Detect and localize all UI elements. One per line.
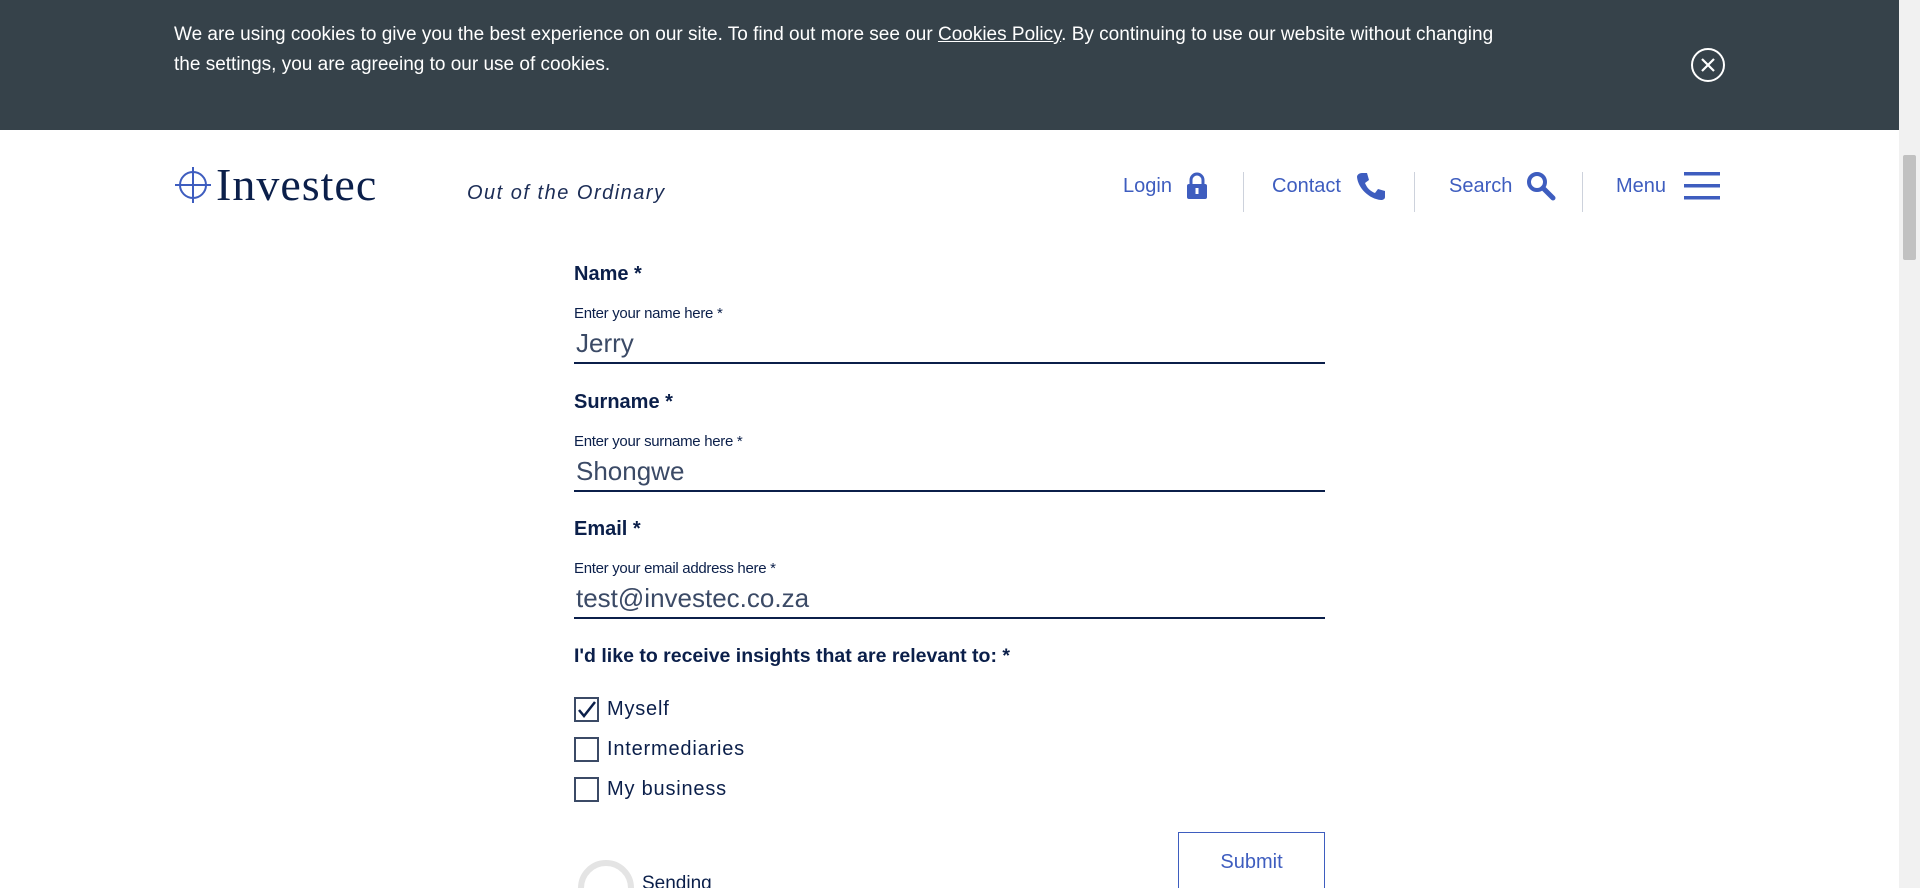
nav-divider — [1414, 172, 1415, 212]
checkbox-label: Myself — [607, 698, 670, 720]
cookie-close-button[interactable] — [1691, 48, 1725, 82]
checkbox-box[interactable] — [574, 697, 599, 722]
logo-wordmark: Investec — [216, 159, 378, 210]
checkbox-box[interactable] — [574, 777, 599, 802]
nav-divider — [1582, 172, 1583, 212]
checkbox-intermediaries[interactable]: Intermediaries — [574, 737, 745, 762]
cookies-policy-link[interactable]: Cookies Policy — [938, 24, 1061, 45]
email-label: Enter your email address here * — [574, 560, 776, 577]
checkmark-icon — [577, 700, 596, 718]
checkbox-myself[interactable]: Myself — [574, 697, 670, 722]
page-scrollbar[interactable] — [1899, 0, 1920, 888]
lock-icon — [1186, 172, 1207, 199]
nav-login-label: Login — [1123, 174, 1172, 197]
nav-contact[interactable]: Contact — [1272, 166, 1387, 206]
nav-search-label: Search — [1449, 174, 1513, 197]
investec-logo[interactable]: Investec — [174, 160, 377, 210]
phone-icon — [1356, 173, 1385, 200]
checkbox-label: My business — [607, 778, 727, 800]
sending-status: Sending — [642, 873, 712, 888]
insights-title: I'd like to receive insights that are re… — [574, 645, 1010, 667]
cookie-message: We are using cookies to give you the bes… — [174, 20, 1514, 80]
tagline: Out of the Ordinary — [467, 182, 666, 204]
search-icon — [1527, 172, 1556, 201]
surname-title: Surname * — [574, 391, 673, 413]
submit-button[interactable]: Submit — [1178, 832, 1325, 888]
checkbox-box[interactable] — [574, 737, 599, 762]
name-title: Name * — [574, 263, 642, 285]
nav-menu[interactable]: Menu — [1616, 166, 1721, 206]
site-header: Investec Out of the Ordinary Login Conta… — [0, 130, 1899, 225]
cookie-text-before: We are using cookies to give you the bes… — [174, 24, 938, 45]
crosshair-logo-icon — [175, 167, 211, 203]
name-label: Enter your name here * — [574, 305, 723, 322]
email-input[interactable] — [574, 579, 1325, 619]
name-input[interactable] — [574, 324, 1325, 364]
hamburger-menu-icon — [1684, 172, 1721, 200]
nav-search[interactable]: Search — [1449, 166, 1556, 206]
checkbox-label: Intermediaries — [607, 738, 745, 760]
nav-menu-label: Menu — [1616, 174, 1667, 197]
cookie-banner: We are using cookies to give you the bes… — [0, 0, 1899, 130]
scrollbar-thumb[interactable] — [1903, 155, 1916, 260]
checkbox-my-business[interactable]: My business — [574, 777, 727, 802]
nav-login[interactable]: Login — [1123, 166, 1208, 206]
loading-spinner-icon — [578, 860, 634, 888]
nav-contact-label: Contact — [1272, 174, 1341, 197]
nav-divider — [1243, 172, 1244, 212]
surname-label: Enter your surname here * — [574, 433, 743, 450]
close-icon — [1701, 58, 1715, 72]
email-title: Email * — [574, 518, 641, 540]
surname-input[interactable] — [574, 452, 1325, 492]
